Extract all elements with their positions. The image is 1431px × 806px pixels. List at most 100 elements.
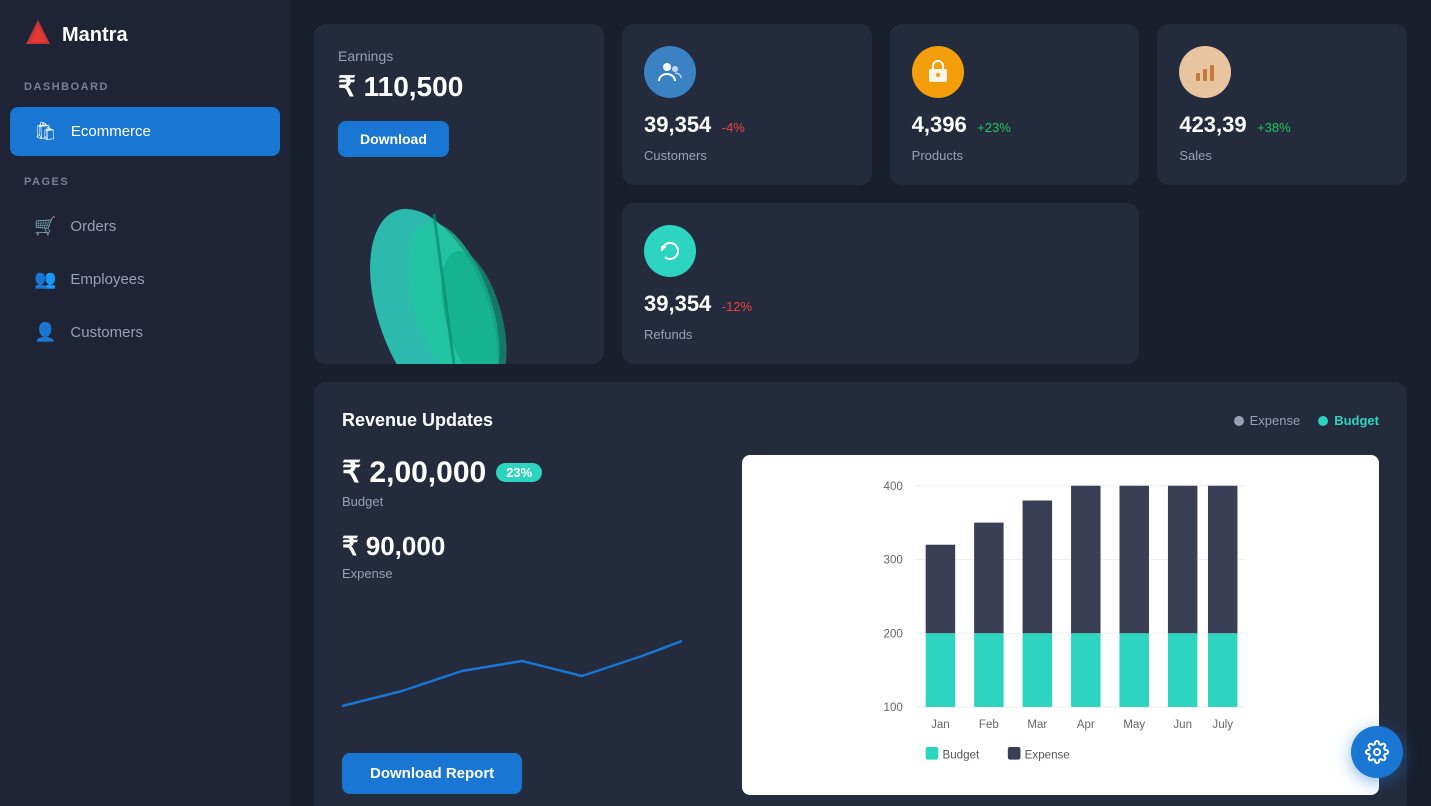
- logo-area: Mantra: [0, 18, 290, 81]
- refunds-value: 39,354: [644, 291, 711, 316]
- ecommerce-icon: 🛍: [34, 121, 57, 142]
- svg-text:100: 100: [884, 702, 903, 714]
- logo-text: Mantra: [62, 24, 128, 47]
- sales-value: 423,39: [1179, 112, 1246, 137]
- budget-label: Budget: [342, 494, 722, 509]
- refunds-stat-value-row: 39,354 -12%: [644, 291, 1117, 317]
- sales-change: +38%: [1257, 120, 1291, 135]
- sidebar-item-orders[interactable]: 🛒 Orders: [10, 202, 280, 251]
- stat-card-sales: 423,39 +38% Sales: [1157, 24, 1407, 185]
- earnings-amount: ₹ 110,500: [338, 70, 580, 103]
- customers-label: Customers: [70, 324, 143, 341]
- stat-card-customers: 39,354 -4% Customers: [622, 24, 872, 185]
- bar-jan-expense: [926, 633, 955, 707]
- svg-text:Jun: Jun: [1173, 719, 1192, 731]
- stat-card-refunds: 39,354 -12% Refunds: [622, 203, 1139, 364]
- legend-budget-label: Budget: [1334, 413, 1379, 428]
- sales-stat-value-row: 423,39 +38%: [1179, 112, 1385, 138]
- feather-decoration: [314, 154, 604, 364]
- expense-label: Expense: [342, 566, 722, 581]
- bar-mar-expense: [1023, 633, 1052, 707]
- sidebar-item-employees[interactable]: 👥 Employees: [10, 255, 280, 304]
- svg-text:Expense: Expense: [1025, 750, 1070, 762]
- products-stat-icon: [912, 46, 964, 98]
- svg-text:Feb: Feb: [979, 719, 999, 731]
- logo-icon: [24, 18, 52, 53]
- download-report-button[interactable]: Download Report: [342, 753, 522, 794]
- sidebar: Mantra DASHBOARD 🛍 Ecommerce PAGES 🛒 Ord…: [0, 0, 290, 806]
- bar-jun-expense: [1168, 633, 1197, 707]
- pages-section-label: PAGES: [0, 158, 290, 200]
- ecommerce-label: Ecommerce: [71, 123, 151, 140]
- budget-badge: 23%: [496, 463, 542, 482]
- orders-icon: 🛒: [34, 216, 56, 237]
- budget-amount: ₹ 2,00,000: [342, 455, 486, 490]
- svg-text:July: July: [1212, 719, 1233, 731]
- bar-jun-budget: [1168, 486, 1197, 633]
- revenue-section: Revenue Updates Expense Budget ₹ 2,00,00…: [314, 382, 1407, 806]
- products-change: +23%: [977, 120, 1011, 135]
- legend-expense: Expense: [1234, 413, 1301, 428]
- customers-icon: 👤: [34, 322, 56, 343]
- bar-july-budget: [1208, 486, 1237, 633]
- bar-apr-expense: [1071, 633, 1100, 707]
- earnings-label: Earnings: [338, 48, 580, 64]
- legend-budget: Budget: [1318, 413, 1379, 428]
- customers-stat-name: Customers: [644, 148, 850, 163]
- download-button[interactable]: Download: [338, 121, 449, 157]
- svg-text:Mar: Mar: [1027, 719, 1047, 731]
- refunds-stat-icon: [644, 225, 696, 277]
- bar-feb-budget: [974, 523, 1003, 634]
- employees-icon: 👥: [34, 269, 56, 290]
- orders-label: Orders: [70, 218, 116, 235]
- svg-text:Apr: Apr: [1077, 719, 1095, 731]
- revenue-header: Revenue Updates Expense Budget: [342, 410, 1379, 431]
- expense-amount: ₹ 90,000: [342, 531, 722, 562]
- stat-cards-grid: 39,354 -4% Customers 4,396 +23% Products: [622, 24, 1407, 364]
- customers-change: -4%: [722, 120, 745, 135]
- bar-may-expense: [1119, 633, 1148, 707]
- legend: Expense Budget: [1234, 413, 1379, 428]
- main-content: Earnings ₹ 110,500 Download: [290, 0, 1431, 806]
- bar-apr-budget: [1071, 486, 1100, 633]
- products-stat-name: Products: [912, 148, 1118, 163]
- sales-stat-icon: [1179, 46, 1231, 98]
- line-chart-svg: [342, 611, 682, 731]
- revenue-body: ₹ 2,00,000 23% Budget ₹ 90,000 Expense D…: [342, 455, 1379, 795]
- expense-dot: [1234, 416, 1244, 426]
- svg-text:400: 400: [884, 481, 903, 493]
- chart-legend-budget-box: [926, 747, 939, 760]
- customers-stat-icon: [644, 46, 696, 98]
- sales-stat-name: Sales: [1179, 148, 1385, 163]
- bar-chart-container: 400 300 200 100: [742, 455, 1379, 795]
- refunds-stat-name: Refunds: [644, 327, 1117, 342]
- sidebar-item-customers[interactable]: 👤 Customers: [10, 308, 280, 357]
- sidebar-item-ecommerce[interactable]: 🛍 Ecommerce: [10, 107, 280, 156]
- bar-chart-svg: 400 300 200 100: [758, 471, 1363, 787]
- products-value: 4,396: [912, 112, 967, 137]
- chart-legend-expense-box: [1008, 747, 1021, 760]
- top-row: Earnings ₹ 110,500 Download: [314, 24, 1407, 364]
- revenue-left: ₹ 2,00,000 23% Budget ₹ 90,000 Expense D…: [342, 455, 722, 795]
- legend-expense-label: Expense: [1250, 413, 1301, 428]
- dashboard-section-label: DASHBOARD: [0, 81, 290, 105]
- bar-mar-budget: [1023, 500, 1052, 633]
- svg-text:Jan: Jan: [931, 719, 950, 731]
- customers-value: 39,354: [644, 112, 711, 137]
- revenue-right: 400 300 200 100: [742, 455, 1379, 795]
- line-chart: [342, 611, 682, 731]
- employees-label: Employees: [70, 271, 144, 288]
- svg-text:Budget: Budget: [943, 750, 980, 762]
- customers-stat-value-row: 39,354 -4%: [644, 112, 850, 138]
- svg-text:300: 300: [884, 555, 903, 567]
- products-stat-value-row: 4,396 +23%: [912, 112, 1118, 138]
- revenue-title: Revenue Updates: [342, 410, 493, 431]
- settings-button[interactable]: [1351, 726, 1403, 778]
- stat-card-products: 4,396 +23% Products: [890, 24, 1140, 185]
- bar-july-expense: [1208, 633, 1237, 707]
- bar-may-budget: [1119, 486, 1148, 633]
- budget-dot: [1318, 416, 1328, 426]
- svg-text:May: May: [1123, 719, 1145, 731]
- refunds-change: -12%: [722, 299, 752, 314]
- bar-jan-budget: [926, 545, 955, 633]
